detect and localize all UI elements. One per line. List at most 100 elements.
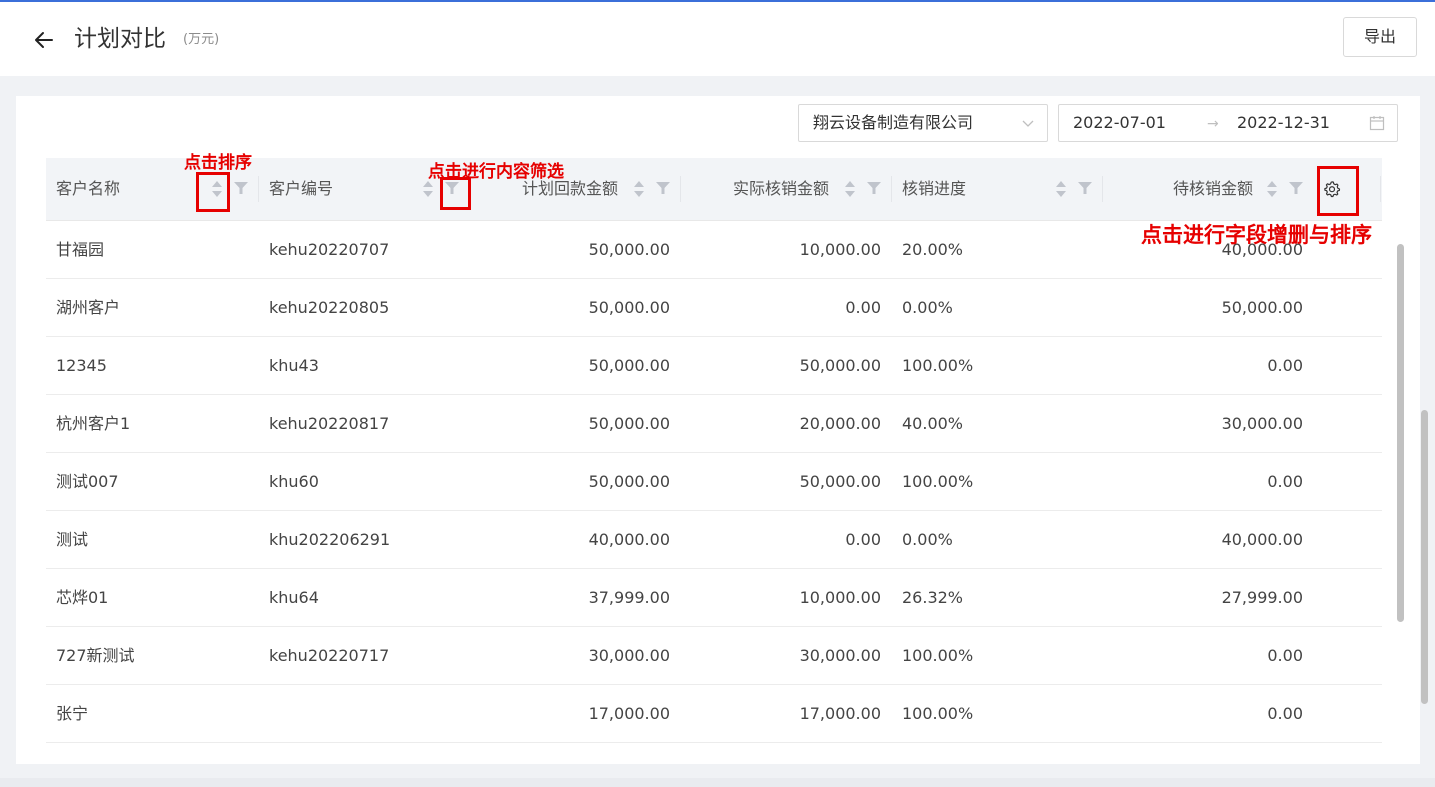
table-cell: 50,000.00 (799, 356, 881, 375)
table-cell: 0.00 (1267, 704, 1303, 723)
page-title: 计划对比 (74, 26, 166, 52)
table-cell: 0.00% (902, 298, 953, 317)
table-cell: khu43 (269, 356, 319, 375)
column-divider (1380, 176, 1381, 202)
table-cell: khu60 (269, 472, 319, 491)
table-cell: 100.00% (902, 356, 974, 375)
table-cell: 10,000.00 (799, 588, 881, 607)
table-cell: 727新测试 (56, 646, 135, 665)
table-cell: kehu20220707 (269, 240, 390, 259)
filter-icon[interactable] (1289, 182, 1303, 194)
table-cell: 30,000.00 (799, 646, 881, 665)
table-cell: 30,000.00 (588, 646, 670, 665)
filter-icon[interactable] (656, 182, 670, 194)
table-cell: 50,000.00 (588, 472, 670, 491)
table-cell: 100.00% (902, 646, 974, 665)
table-cell: 测试 (56, 530, 89, 549)
sort-button[interactable] (1267, 180, 1277, 198)
table-cell: khu64 (269, 588, 319, 607)
calendar-icon[interactable] (1369, 115, 1385, 131)
export-button[interactable]: 导出 (1343, 17, 1417, 57)
table-row[interactable]: 727新测试 kehu20220717 30,000.00 30,000.00 100.… (46, 627, 1382, 685)
annotation-sort: 点击排序 (184, 153, 252, 173)
unit-label: (万元) (183, 32, 220, 47)
company-select[interactable]: 翔云设备制造有限公司 (798, 104, 1048, 142)
table-row[interactable]: 张宁 17,000.00 17,000.00 100.00% 0.00 (46, 685, 1382, 743)
table-cell: 张宁 (56, 704, 89, 723)
sort-button[interactable] (423, 180, 433, 198)
column-header-pending-amount: 待核销金额 (1103, 158, 1313, 220)
filter-icon[interactable] (234, 182, 248, 194)
table-cell: 杭州客户1 (56, 414, 131, 433)
table-cell: 40,000.00 (1221, 530, 1303, 549)
date-end-input[interactable]: 2022-12-31 (1237, 113, 1330, 133)
bottom-strip (0, 778, 1435, 787)
back-button[interactable] (30, 26, 58, 54)
column-header-progress: 核销进度 (892, 158, 1102, 220)
table-cell: kehu20220805 (269, 298, 390, 317)
table-cell: 0.00 (845, 530, 881, 549)
table-row[interactable]: 测试007 khu60 50,000.00 50,000.00 100.00% 0.00 (46, 453, 1382, 511)
table-cell: kehu20220817 (269, 414, 390, 433)
table-cell: 12345 (56, 356, 107, 375)
table-row[interactable]: 湖州客户 kehu20220805 50,000.00 0.00 0.00% 50,000… (46, 279, 1382, 337)
sort-button[interactable] (1056, 180, 1066, 198)
table-cell: 50,000.00 (588, 240, 670, 259)
table-cell: 0.00 (1267, 646, 1303, 665)
column-label: 客户名称 (56, 179, 121, 198)
table-row[interactable]: 12345 khu43 50,000.00 50,000.00 100.00% 0.00 (46, 337, 1382, 395)
filter-icon[interactable] (1078, 182, 1092, 194)
date-range-picker[interactable]: 2022-07-01 → 2022-12-31 (1058, 104, 1398, 142)
sort-button[interactable] (845, 180, 855, 198)
date-start-input[interactable]: 2022-07-01 (1073, 113, 1166, 133)
table-cell: 0.00 (1267, 356, 1303, 375)
table-row[interactable]: 芯烨01 khu64 37,999.00 10,000.00 26.32% 27,999.… (46, 569, 1382, 627)
table-cell: 测试007 (56, 472, 119, 491)
page-scrollbar[interactable] (1421, 410, 1428, 704)
arrow-left-icon (35, 32, 53, 48)
table-cell: 100.00% (902, 472, 974, 491)
table-cell: 26.32% (902, 588, 964, 607)
filter-icon[interactable] (867, 182, 881, 194)
table-row[interactable]: 杭州客户1 kehu20220817 50,000.00 20,000.00 40.00… (46, 395, 1382, 453)
column-label: 实际核销金额 (733, 179, 830, 198)
table-cell: 100.00% (902, 704, 974, 723)
table-cell: 0.00% (902, 530, 953, 549)
table-cell: 17,000.00 (588, 704, 670, 723)
table-cell: 芯烨01 (56, 588, 109, 607)
table-cell: 20,000.00 (799, 414, 881, 433)
table-cell: 0.00 (845, 298, 881, 317)
company-select-value: 翔云设备制造有限公司 (813, 113, 974, 132)
column-header-actual-amount: 实际核销金额 (681, 158, 891, 220)
annotation-sort-box (196, 172, 230, 212)
table-cell: 30,000.00 (1221, 414, 1303, 433)
table-row[interactable]: 测试 khu202206291 40,000.00 0.00 0.00% 40,000.0… (46, 511, 1382, 569)
table-cell: 27,999.00 (1221, 588, 1303, 607)
table-cell: 50,000.00 (1221, 298, 1303, 317)
table-cell: 10,000.00 (799, 240, 881, 259)
chevron-down-icon (1022, 120, 1034, 127)
table-cell: khu202206291 (269, 530, 391, 549)
table-scrollbar[interactable] (1397, 244, 1404, 622)
page-header: 计划对比 (万元) 导出 (0, 2, 1435, 76)
table-cell: 50,000.00 (588, 414, 670, 433)
table-cell: 20.00% (902, 240, 964, 259)
annotation-settings: 点击进行字段增删与排序 (1141, 222, 1372, 247)
table-cell: kehu20220717 (269, 646, 390, 665)
sort-button[interactable] (634, 180, 644, 198)
table-cell: 40.00% (902, 414, 964, 433)
table-cell: 50,000.00 (588, 356, 670, 375)
date-separator: → (1207, 116, 1219, 132)
table-cell: 甘福园 (56, 240, 105, 259)
table-cell: 湖州客户 (56, 298, 121, 317)
column-label: 客户编号 (269, 179, 334, 198)
table-cell: 50,000.00 (588, 298, 670, 317)
table-cell: 0.00 (1267, 472, 1303, 491)
table-cell: 17,000.00 (799, 704, 881, 723)
table-cell: 40,000.00 (588, 530, 670, 549)
table-cell: 50,000.00 (799, 472, 881, 491)
annotation-filter-box (440, 177, 471, 210)
table-cell: 37,999.00 (588, 588, 670, 607)
annotation-settings-box (1317, 166, 1359, 216)
column-label: 核销进度 (902, 179, 967, 198)
